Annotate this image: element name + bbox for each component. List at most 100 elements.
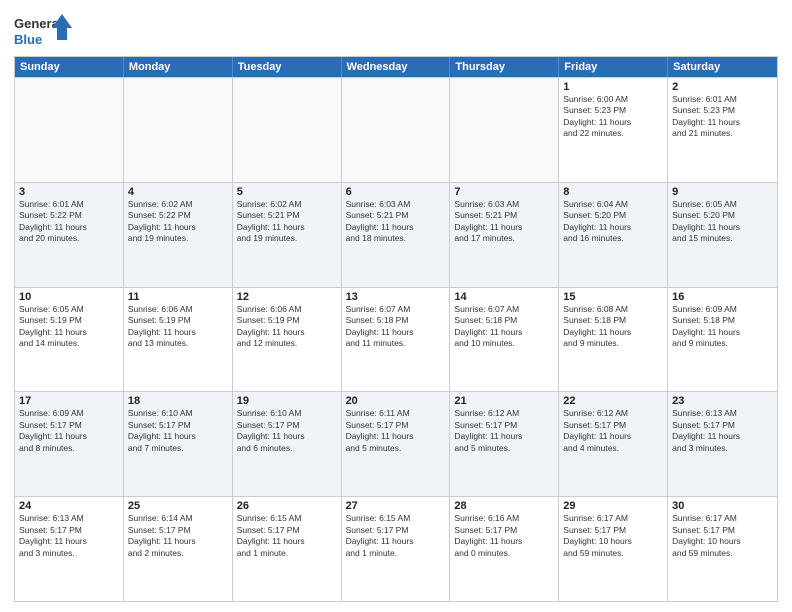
- calendar-cell-4-6: 30Sunrise: 6:17 AM Sunset: 5:17 PM Dayli…: [668, 497, 777, 601]
- calendar-row-0: 1Sunrise: 6:00 AM Sunset: 5:23 PM Daylig…: [15, 77, 777, 182]
- day-info: Sunrise: 6:17 AM Sunset: 5:17 PM Dayligh…: [563, 513, 663, 559]
- day-number: 4: [128, 186, 228, 198]
- calendar-cell-2-4: 14Sunrise: 6:07 AM Sunset: 5:18 PM Dayli…: [450, 288, 559, 392]
- header-day-tuesday: Tuesday: [233, 57, 342, 77]
- calendar: SundayMondayTuesdayWednesdayThursdayFrid…: [14, 56, 778, 602]
- calendar-cell-0-3: [342, 78, 451, 182]
- calendar-cell-1-1: 4Sunrise: 6:02 AM Sunset: 5:22 PM Daylig…: [124, 183, 233, 287]
- calendar-cell-3-6: 23Sunrise: 6:13 AM Sunset: 5:17 PM Dayli…: [668, 392, 777, 496]
- day-number: 15: [563, 291, 663, 303]
- day-number: 3: [19, 186, 119, 198]
- calendar-cell-4-2: 26Sunrise: 6:15 AM Sunset: 5:17 PM Dayli…: [233, 497, 342, 601]
- day-number: 28: [454, 500, 554, 512]
- day-number: 13: [346, 291, 446, 303]
- day-info: Sunrise: 6:00 AM Sunset: 5:23 PM Dayligh…: [563, 94, 663, 140]
- day-info: Sunrise: 6:07 AM Sunset: 5:18 PM Dayligh…: [346, 304, 446, 350]
- day-info: Sunrise: 6:08 AM Sunset: 5:18 PM Dayligh…: [563, 304, 663, 350]
- calendar-cell-1-4: 7Sunrise: 6:03 AM Sunset: 5:21 PM Daylig…: [450, 183, 559, 287]
- day-number: 26: [237, 500, 337, 512]
- logo-svg: General Blue: [14, 10, 74, 50]
- calendar-cell-1-6: 9Sunrise: 6:05 AM Sunset: 5:20 PM Daylig…: [668, 183, 777, 287]
- calendar-cell-1-5: 8Sunrise: 6:04 AM Sunset: 5:20 PM Daylig…: [559, 183, 668, 287]
- calendar-cell-0-2: [233, 78, 342, 182]
- day-info: Sunrise: 6:09 AM Sunset: 5:18 PM Dayligh…: [672, 304, 773, 350]
- calendar-cell-2-1: 11Sunrise: 6:06 AM Sunset: 5:19 PM Dayli…: [124, 288, 233, 392]
- day-info: Sunrise: 6:02 AM Sunset: 5:22 PM Dayligh…: [128, 199, 228, 245]
- calendar-cell-3-2: 19Sunrise: 6:10 AM Sunset: 5:17 PM Dayli…: [233, 392, 342, 496]
- day-number: 5: [237, 186, 337, 198]
- day-info: Sunrise: 6:04 AM Sunset: 5:20 PM Dayligh…: [563, 199, 663, 245]
- day-number: 8: [563, 186, 663, 198]
- day-info: Sunrise: 6:15 AM Sunset: 5:17 PM Dayligh…: [346, 513, 446, 559]
- day-info: Sunrise: 6:12 AM Sunset: 5:17 PM Dayligh…: [563, 408, 663, 454]
- calendar-cell-0-1: [124, 78, 233, 182]
- day-info: Sunrise: 6:06 AM Sunset: 5:19 PM Dayligh…: [128, 304, 228, 350]
- day-info: Sunrise: 6:10 AM Sunset: 5:17 PM Dayligh…: [237, 408, 337, 454]
- svg-text:Blue: Blue: [14, 32, 42, 47]
- day-info: Sunrise: 6:06 AM Sunset: 5:19 PM Dayligh…: [237, 304, 337, 350]
- day-info: Sunrise: 6:03 AM Sunset: 5:21 PM Dayligh…: [346, 199, 446, 245]
- calendar-cell-0-6: 2Sunrise: 6:01 AM Sunset: 5:23 PM Daylig…: [668, 78, 777, 182]
- calendar-body: 1Sunrise: 6:00 AM Sunset: 5:23 PM Daylig…: [15, 77, 777, 601]
- calendar-cell-3-3: 20Sunrise: 6:11 AM Sunset: 5:17 PM Dayli…: [342, 392, 451, 496]
- calendar-cell-4-4: 28Sunrise: 6:16 AM Sunset: 5:17 PM Dayli…: [450, 497, 559, 601]
- header-day-wednesday: Wednesday: [342, 57, 451, 77]
- day-number: 6: [346, 186, 446, 198]
- calendar-cell-1-0: 3Sunrise: 6:01 AM Sunset: 5:22 PM Daylig…: [15, 183, 124, 287]
- day-number: 9: [672, 186, 773, 198]
- calendar-row-1: 3Sunrise: 6:01 AM Sunset: 5:22 PM Daylig…: [15, 182, 777, 287]
- calendar-header: SundayMondayTuesdayWednesdayThursdayFrid…: [15, 57, 777, 77]
- header-day-thursday: Thursday: [450, 57, 559, 77]
- calendar-row-2: 10Sunrise: 6:05 AM Sunset: 5:19 PM Dayli…: [15, 287, 777, 392]
- day-info: Sunrise: 6:01 AM Sunset: 5:22 PM Dayligh…: [19, 199, 119, 245]
- day-number: 25: [128, 500, 228, 512]
- day-number: 24: [19, 500, 119, 512]
- calendar-cell-4-1: 25Sunrise: 6:14 AM Sunset: 5:17 PM Dayli…: [124, 497, 233, 601]
- day-info: Sunrise: 6:10 AM Sunset: 5:17 PM Dayligh…: [128, 408, 228, 454]
- calendar-cell-2-3: 13Sunrise: 6:07 AM Sunset: 5:18 PM Dayli…: [342, 288, 451, 392]
- day-number: 22: [563, 395, 663, 407]
- day-info: Sunrise: 6:09 AM Sunset: 5:17 PM Dayligh…: [19, 408, 119, 454]
- day-info: Sunrise: 6:01 AM Sunset: 5:23 PM Dayligh…: [672, 94, 773, 140]
- calendar-cell-4-0: 24Sunrise: 6:13 AM Sunset: 5:17 PM Dayli…: [15, 497, 124, 601]
- header-day-sunday: Sunday: [15, 57, 124, 77]
- day-number: 16: [672, 291, 773, 303]
- calendar-cell-0-4: [450, 78, 559, 182]
- day-info: Sunrise: 6:05 AM Sunset: 5:20 PM Dayligh…: [672, 199, 773, 245]
- calendar-cell-0-5: 1Sunrise: 6:00 AM Sunset: 5:23 PM Daylig…: [559, 78, 668, 182]
- day-number: 18: [128, 395, 228, 407]
- calendar-cell-2-2: 12Sunrise: 6:06 AM Sunset: 5:19 PM Dayli…: [233, 288, 342, 392]
- day-number: 2: [672, 81, 773, 93]
- calendar-cell-4-3: 27Sunrise: 6:15 AM Sunset: 5:17 PM Dayli…: [342, 497, 451, 601]
- day-number: 19: [237, 395, 337, 407]
- day-number: 10: [19, 291, 119, 303]
- day-number: 17: [19, 395, 119, 407]
- day-info: Sunrise: 6:16 AM Sunset: 5:17 PM Dayligh…: [454, 513, 554, 559]
- day-info: Sunrise: 6:11 AM Sunset: 5:17 PM Dayligh…: [346, 408, 446, 454]
- calendar-cell-2-5: 15Sunrise: 6:08 AM Sunset: 5:18 PM Dayli…: [559, 288, 668, 392]
- day-number: 7: [454, 186, 554, 198]
- day-info: Sunrise: 6:02 AM Sunset: 5:21 PM Dayligh…: [237, 199, 337, 245]
- day-info: Sunrise: 6:12 AM Sunset: 5:17 PM Dayligh…: [454, 408, 554, 454]
- day-info: Sunrise: 6:14 AM Sunset: 5:17 PM Dayligh…: [128, 513, 228, 559]
- header-day-saturday: Saturday: [668, 57, 777, 77]
- day-info: Sunrise: 6:03 AM Sunset: 5:21 PM Dayligh…: [454, 199, 554, 245]
- header-day-friday: Friday: [559, 57, 668, 77]
- day-info: Sunrise: 6:07 AM Sunset: 5:18 PM Dayligh…: [454, 304, 554, 350]
- calendar-row-4: 24Sunrise: 6:13 AM Sunset: 5:17 PM Dayli…: [15, 496, 777, 601]
- day-info: Sunrise: 6:17 AM Sunset: 5:17 PM Dayligh…: [672, 513, 773, 559]
- calendar-cell-1-2: 5Sunrise: 6:02 AM Sunset: 5:21 PM Daylig…: [233, 183, 342, 287]
- calendar-cell-1-3: 6Sunrise: 6:03 AM Sunset: 5:21 PM Daylig…: [342, 183, 451, 287]
- day-info: Sunrise: 6:15 AM Sunset: 5:17 PM Dayligh…: [237, 513, 337, 559]
- day-number: 21: [454, 395, 554, 407]
- day-info: Sunrise: 6:13 AM Sunset: 5:17 PM Dayligh…: [672, 408, 773, 454]
- day-info: Sunrise: 6:05 AM Sunset: 5:19 PM Dayligh…: [19, 304, 119, 350]
- svg-text:General: General: [14, 16, 62, 31]
- calendar-cell-2-0: 10Sunrise: 6:05 AM Sunset: 5:19 PM Dayli…: [15, 288, 124, 392]
- day-number: 23: [672, 395, 773, 407]
- calendar-cell-3-1: 18Sunrise: 6:10 AM Sunset: 5:17 PM Dayli…: [124, 392, 233, 496]
- day-number: 14: [454, 291, 554, 303]
- day-info: Sunrise: 6:13 AM Sunset: 5:17 PM Dayligh…: [19, 513, 119, 559]
- day-number: 27: [346, 500, 446, 512]
- day-number: 30: [672, 500, 773, 512]
